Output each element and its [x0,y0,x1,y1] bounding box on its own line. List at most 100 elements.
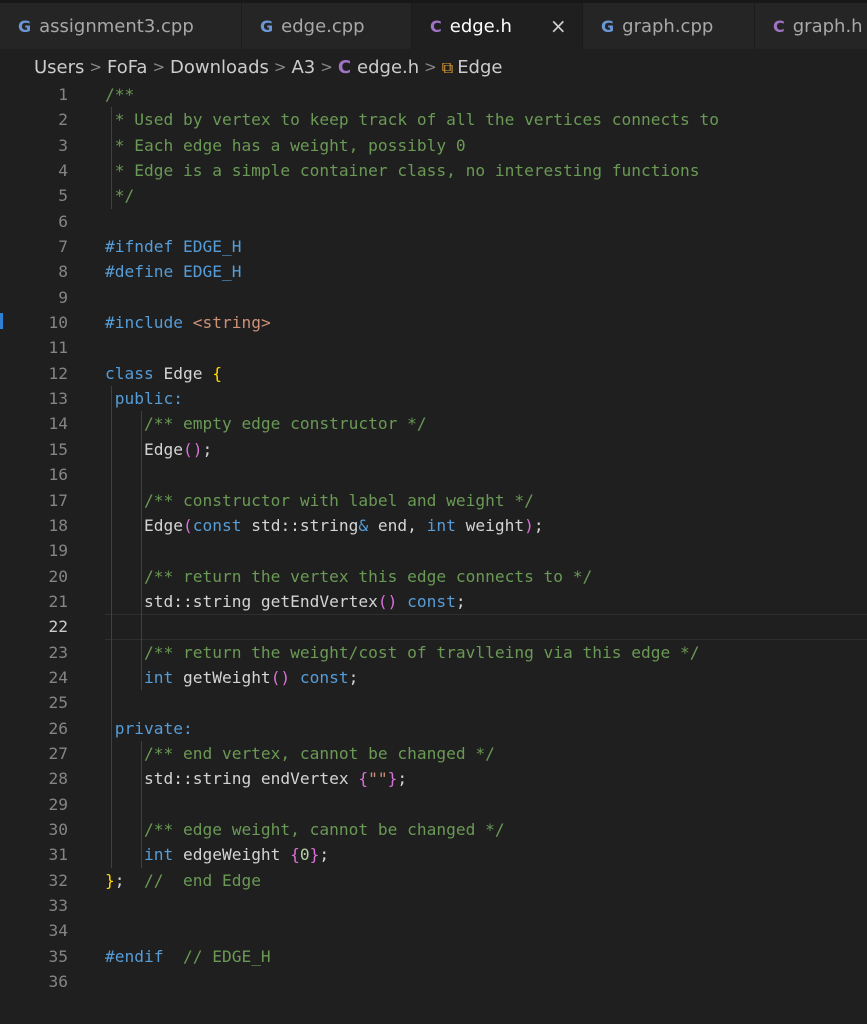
code-line[interactable]: 21 std::string getEndVertex() const; [0,588,867,615]
line-number: 6 [58,211,68,231]
code-line[interactable]: 14 /** empty edge constructor */ [0,411,867,437]
code-text: * Edge is a simple container class, no i… [105,158,700,183]
line-number: 21 [48,591,69,611]
line-number: 16 [48,465,69,485]
code-line[interactable]: 29 [0,791,867,817]
code-text: #endif // EDGE_H [105,944,271,969]
code-line[interactable]: 16 [0,462,867,488]
indent-guide [141,791,142,817]
code-token: Edge [105,515,183,535]
line-number: 34 [48,921,69,941]
line-number: 15 [48,439,69,459]
breadcrumb-item-edge-h[interactable]: Cedge.h [338,57,419,78]
code-line[interactable]: 7 #ifndef EDGE_H [0,234,867,259]
code-token: int [105,845,183,865]
code-line[interactable]: 27 /** end vertex, cannot be changed */ [0,740,867,767]
code-line[interactable]: 5 */ [0,183,867,209]
code-line[interactable]: 34 [0,918,867,943]
line-number: 1 [58,85,68,104]
code-token: () [270,667,291,687]
code-line[interactable]: 36 [0,969,867,994]
code-token: class [105,363,164,383]
code-token: ; [114,870,144,890]
code-line[interactable]: 10 #include <string> [0,310,867,335]
code-token: ) [524,515,534,535]
code-token: ; [397,769,408,789]
code-token: std::string getEndVertex [105,591,378,611]
code-line[interactable]: 23 /** return the weight/cost of travlle… [0,639,867,665]
code-token: ; [202,439,213,459]
code-line[interactable]: 4 * Edge is a simple container class, no… [0,158,867,184]
code-line[interactable]: 12 class Edge { [0,361,867,386]
code-token: std::string endVertex [105,769,359,789]
code-token: weight [465,515,525,535]
tab-assignment3-cpp[interactable]: Gassignment3.cpp [0,3,242,49]
code-token: & [358,515,369,535]
code-line[interactable]: 33 [0,893,867,918]
breadcrumb-item-users[interactable]: Users [34,57,84,78]
tab-graph-cpp[interactable]: Ggraph.cpp [583,3,755,49]
breadcrumb-item-fofa[interactable]: FoFa [107,57,147,78]
code-token: #include [105,313,193,333]
class-symbol-icon: ⧉ [441,57,454,77]
breadcrumb-label: FoFa [106,56,148,78]
code-line[interactable]: 8 #define EDGE_H [0,259,867,284]
code-text: std::string getEndVertex() const; [105,589,466,614]
code-text: #include <string> [105,310,271,335]
code-line[interactable]: 32}; // end Edge [0,868,867,893]
code-token: getWeight [182,667,271,687]
line-number: 7 [58,237,68,257]
code-line[interactable]: 24 int getWeight() const; [0,664,867,691]
line-number: 17 [48,490,69,510]
code-line[interactable]: 17 /** constructor with label and weight… [0,487,867,513]
code-line[interactable]: 30 /** edge weight, cannot be changed */ [0,816,867,843]
code-line[interactable]: 25 [0,690,867,716]
code-line[interactable]: 11 [0,335,867,360]
code-line[interactable]: 13 public: [0,386,867,412]
code-token: ; [533,515,544,535]
code-line[interactable]: 1 /** [0,82,867,107]
indent-guide [141,538,142,564]
breadcrumb-label: A3 [291,56,316,78]
line-number: 3 [58,135,68,155]
breadcrumb-item-a3[interactable]: A3 [291,57,315,78]
code-line[interactable]: 35 #endif // EDGE_H [0,944,867,969]
code-text: #define EDGE_H [105,259,241,284]
breadcrumb-label: Users [34,56,85,78]
code-token: ; [319,845,330,865]
code-line[interactable]: 22 [0,614,867,640]
c-header-file-icon: C [337,56,352,78]
breadcrumb: Users > FoFa > Downloads > A3 > Cedge.h > ⧉ Edge [0,54,867,80]
code-line[interactable]: 31 int edgeWeight {0}; [0,842,867,868]
code-token: EDGE_H [182,237,242,257]
breadcrumb-item-downloads[interactable]: Downloads [170,57,269,78]
code-text: }; // end Edge [105,868,261,893]
code-editor[interactable]: 1 /** 2 * Used by vertex to keep track of … [0,82,867,994]
tab-edge-cpp[interactable]: Gedge.cpp [242,3,412,49]
indent-guide [141,462,142,488]
code-token: #define [105,262,183,282]
code-token: "" [368,769,388,789]
code-line[interactable]: 6 [0,209,867,234]
code-token: edgeWeight [182,845,291,865]
line-number: 10 [48,313,69,333]
code-line[interactable]: 9 [0,285,867,310]
code-line[interactable]: 3 * Each edge has a weight, possibly 0 [0,132,867,159]
code-text: /** edge weight, cannot be changed */ [105,817,505,842]
code-line[interactable]: 28 std::string endVertex {""}; [0,766,867,792]
tab-graph-h[interactable]: Cgraph.h [755,3,867,49]
code-token: * Each edge has a weight, possibly 0 [105,135,466,155]
code-line[interactable]: 20 /** return the vertex this edge conne… [0,563,867,589]
code-line[interactable]: 26 private: [0,715,867,741]
close-icon[interactable]: × [550,14,567,38]
breadcrumb-item-edge[interactable]: ⧉ Edge [442,57,503,78]
code-token: 0 [299,845,310,865]
code-token: /** constructor with label and weight */ [105,490,534,510]
tab-edge-h[interactable]: Cedge.h × [412,3,583,49]
code-line[interactable]: 18 Edge(const std::string& end, int weig… [0,512,867,539]
code-token: { [290,845,300,865]
code-line[interactable]: 19 [0,538,867,564]
code-text: /** empty edge constructor */ [105,411,427,436]
code-line[interactable]: 2 * Used by vertex to keep track of all … [0,107,867,133]
code-line[interactable]: 15 Edge(); [0,436,867,463]
